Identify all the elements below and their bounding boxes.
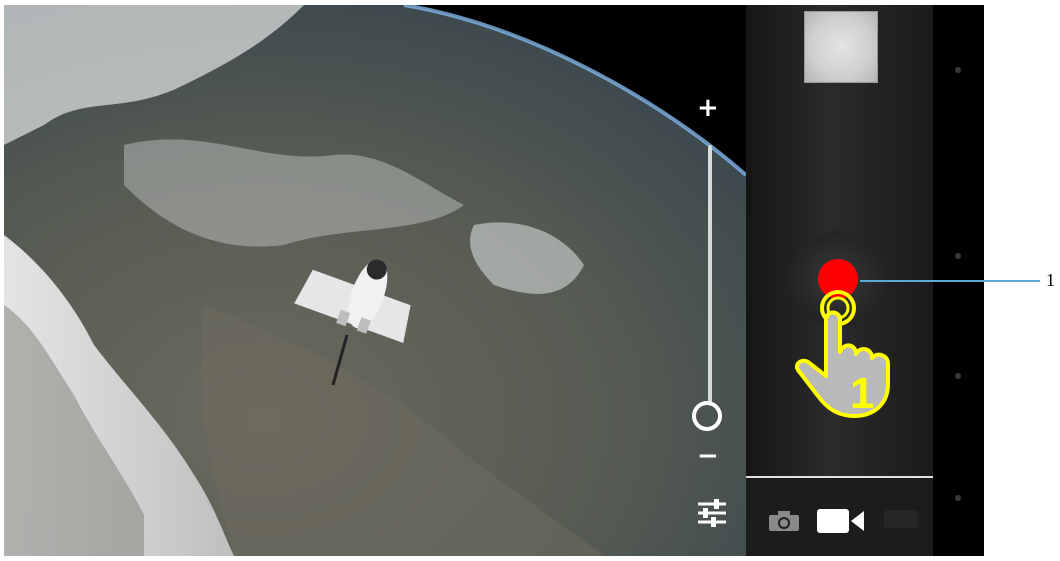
nav-dot-3[interactable] [955, 373, 961, 379]
sliders-icon[interactable] [694, 495, 730, 531]
video-camera-icon[interactable] [816, 508, 866, 539]
zoom-out-button[interactable]: − [697, 441, 719, 471]
last-photo-thumbnail[interactable] [804, 11, 878, 83]
nav-dot-1[interactable] [955, 67, 961, 73]
tap-gesture-hand-icon: 1 [794, 280, 924, 425]
nav-dot-4[interactable] [955, 495, 961, 501]
device-screen: + − 1 [4, 5, 984, 556]
camera-viewfinder[interactable]: + − [4, 5, 746, 556]
earth-scene-image [4, 5, 746, 556]
callout-leader-line [860, 280, 1040, 282]
mode-switcher [746, 478, 933, 556]
callout-number-label: 1 [1046, 270, 1055, 290]
finger-step-label: 1 [850, 369, 874, 418]
camera-icon[interactable] [768, 510, 800, 537]
zoom-in-button[interactable]: + [697, 93, 719, 123]
nav-dot-2[interactable] [955, 253, 961, 259]
zoom-slider-thumb[interactable] [692, 401, 722, 431]
panorama-icon[interactable] [884, 510, 918, 528]
zoom-slider-track[interactable] [708, 145, 712, 403]
